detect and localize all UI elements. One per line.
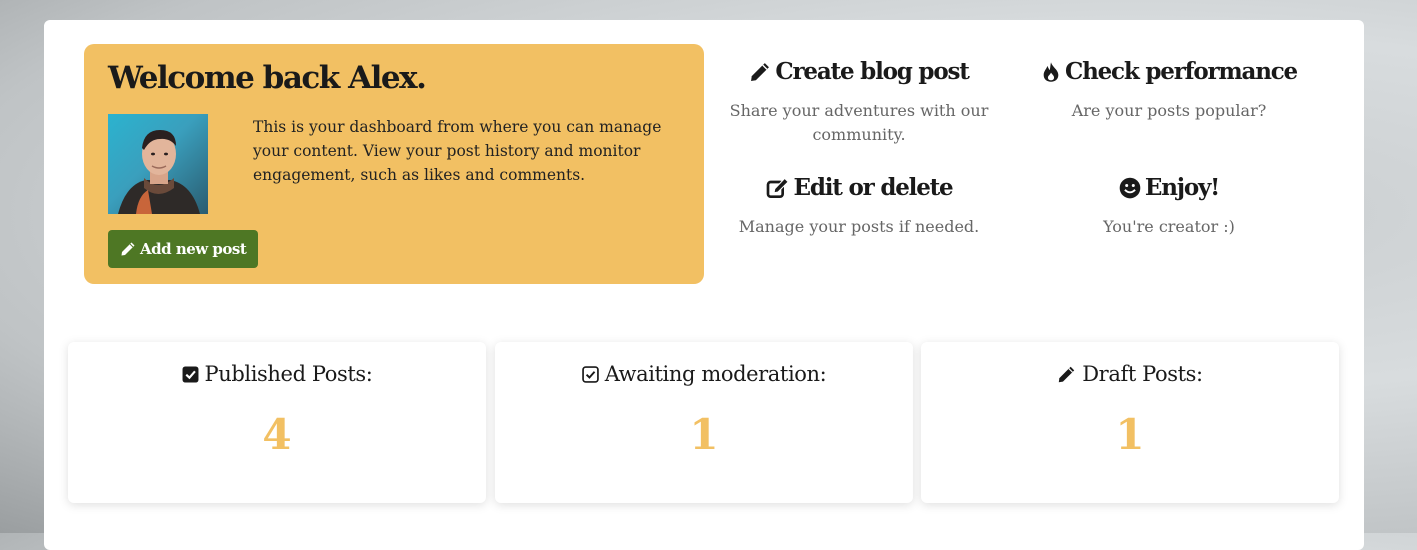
feature-text: Are your posts popular? bbox=[1071, 101, 1267, 120]
avatar bbox=[108, 114, 208, 214]
stat-value: 1 bbox=[689, 410, 719, 459]
add-new-post-label: Add new post bbox=[140, 240, 247, 258]
edit-square-icon bbox=[766, 177, 790, 199]
feature-create-blog-post: Create blog post Share your adventures w… bbox=[709, 58, 1009, 147]
stat-card-awaiting-moderation: Awaiting moderation: 1 bbox=[495, 342, 913, 503]
feature-text: Manage your posts if needed. bbox=[738, 217, 980, 236]
pencil-icon bbox=[1057, 365, 1076, 384]
stat-value: 1 bbox=[1115, 410, 1145, 459]
stat-label: Draft Posts: bbox=[1082, 362, 1203, 386]
fire-icon bbox=[1041, 61, 1061, 83]
feature-edit-or-delete: Edit or delete Manage your posts if need… bbox=[709, 174, 1009, 239]
feature-title: Edit or delete bbox=[793, 174, 954, 201]
check-square-outline-icon bbox=[581, 365, 599, 383]
stat-card-draft: Draft Posts: 1 bbox=[921, 342, 1339, 503]
stat-label: Published Posts: bbox=[204, 362, 373, 386]
stat-value: 4 bbox=[262, 410, 292, 459]
feature-enjoy: Enjoy! You're creator :) bbox=[1019, 174, 1319, 239]
feature-title: Enjoy! bbox=[1144, 174, 1220, 201]
stat-card-published: Published Posts: 4 bbox=[68, 342, 486, 503]
pencil-icon bbox=[120, 241, 136, 257]
feature-title: Create blog post bbox=[775, 58, 969, 85]
smile-icon bbox=[1119, 177, 1141, 199]
feature-title: Check performance bbox=[1065, 58, 1298, 85]
welcome-card: Welcome back Alex. This is your dashboar… bbox=[84, 44, 704, 284]
feature-text: You're creator :) bbox=[1103, 217, 1235, 236]
pencil-icon bbox=[749, 61, 771, 83]
welcome-description: This is your dashboard from where you ca… bbox=[253, 118, 662, 184]
add-new-post-button[interactable]: Add new post bbox=[108, 230, 259, 268]
feature-text: Share your adventures with our community… bbox=[729, 101, 989, 144]
dashboard-panel: Welcome back Alex. This is your dashboar… bbox=[44, 20, 1364, 550]
stat-label: Awaiting moderation: bbox=[604, 362, 827, 386]
feature-check-performance: Check performance Are your posts popular… bbox=[1019, 58, 1319, 123]
checked-square-icon bbox=[182, 366, 199, 383]
welcome-heading: Welcome back Alex. bbox=[108, 60, 427, 96]
